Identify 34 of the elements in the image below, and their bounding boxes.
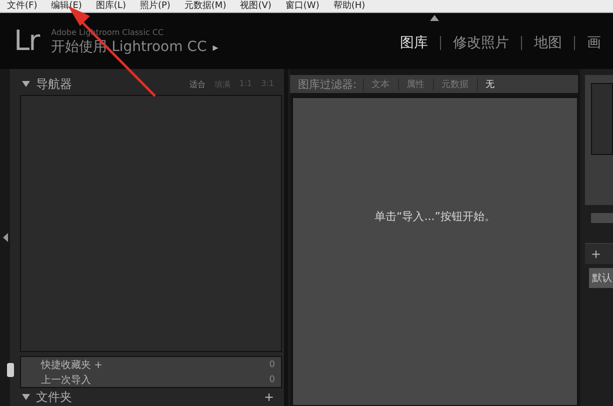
info-bar: [591, 213, 613, 223]
module-tab[interactable]: 画: [574, 36, 613, 50]
add-button[interactable]: +: [585, 243, 613, 264]
expanded-triangle-icon[interactable]: [22, 393, 30, 401]
filter-title: 图库过滤器:: [298, 76, 357, 92]
catalog-item[interactable]: 上一次导入: [41, 372, 91, 386]
item-count: 0: [269, 374, 275, 384]
menu-item[interactable]: 元数据(M): [177, 0, 234, 12]
scrollbar-thumb[interactable]: [7, 363, 14, 377]
menu-item[interactable]: 帮助(H): [326, 0, 372, 12]
menu-item[interactable]: 编辑(E): [44, 0, 89, 12]
panel-title[interactable]: 文件夹: [36, 388, 72, 406]
filter-option[interactable]: 无: [476, 78, 503, 90]
panel-title[interactable]: 导航器: [36, 76, 72, 92]
menu-item[interactable]: 文件(F): [0, 0, 44, 12]
module-tab[interactable]: 修改照片: [440, 36, 521, 50]
zoom-option[interactable]: 适合: [189, 78, 206, 90]
menu-item[interactable]: 视图(V): [233, 0, 278, 12]
menu-item[interactable]: 窗口(W): [278, 0, 326, 12]
identity-caret[interactable]: ▸: [212, 40, 218, 54]
app-logo: Lr: [14, 26, 40, 56]
empty-message: 单击“导入...”按钮开始。: [374, 209, 496, 224]
catalog-item[interactable]: 快捷收藏夹 +: [41, 358, 103, 372]
histogram: [591, 83, 613, 155]
panel-toggle-icon[interactable]: [430, 15, 439, 21]
module-tab[interactable]: 图库: [388, 36, 440, 50]
module-tab[interactable]: 地图: [521, 36, 574, 50]
preset-button[interactable]: 默认: [589, 268, 613, 288]
add-folder-button[interactable]: +: [264, 390, 284, 404]
item-count: 0: [269, 360, 275, 370]
menu-item[interactable]: 照片(P): [132, 0, 178, 12]
expanded-triangle-icon[interactable]: [22, 80, 30, 88]
menu-item[interactable]: 图库(L): [88, 0, 133, 12]
collapse-left-icon[interactable]: [2, 233, 8, 242]
